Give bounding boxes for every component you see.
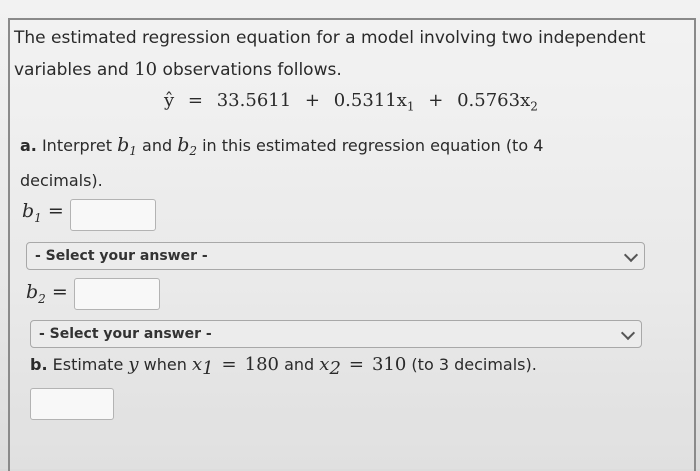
page: The estimated regression equation for a … bbox=[0, 0, 700, 471]
b1-label: b bbox=[22, 200, 35, 222]
part-b-text-1: Estimate bbox=[47, 355, 129, 374]
plus-sign: + bbox=[304, 90, 320, 111]
b2-label-subscript: 2 bbox=[38, 291, 46, 306]
intercept: 33.5611 bbox=[216, 90, 292, 111]
x1-symbol: x bbox=[191, 354, 203, 375]
b1-answer-label: b1 = bbox=[22, 200, 64, 225]
part-a-text: Interpret bbox=[36, 136, 118, 155]
x1-symbol-subscript: 1 bbox=[202, 358, 214, 380]
coefficient-b2: 0.5763 bbox=[457, 90, 521, 111]
part-b-text-2: when bbox=[138, 355, 192, 374]
intro-line-2: variables and 10 observations follows. bbox=[14, 54, 684, 86]
intro-text-end: observations follows. bbox=[157, 60, 342, 80]
part-b-label: b. bbox=[30, 355, 48, 374]
x2-value: 310 bbox=[371, 354, 407, 375]
part-a-label: a. bbox=[20, 136, 37, 155]
b2-label: b bbox=[26, 281, 39, 303]
x2-subscript: 2 bbox=[530, 99, 538, 114]
select-2-value: - Select your answer - bbox=[39, 326, 212, 342]
part-b-prompt: b. Estimate y when x1 = 180 and x2 = 310 (to… bbox=[30, 354, 537, 379]
b1-input[interactable] bbox=[70, 199, 156, 231]
chevron-down-icon bbox=[620, 325, 636, 341]
x2-symbol-subscript: 2 bbox=[329, 358, 341, 380]
x1-equals: = bbox=[221, 354, 237, 375]
x2-var: x bbox=[520, 90, 531, 111]
equals-sign: = bbox=[187, 90, 203, 111]
regression-equation: ŷ = 33.5611 + 0.5311x1 + 0.5763x2 bbox=[164, 90, 538, 114]
plus-sign-2: + bbox=[428, 90, 444, 111]
chevron-down-icon bbox=[623, 247, 639, 263]
b2-subscript: 2 bbox=[189, 144, 198, 159]
part-a-prompt: a. Interpret b1 and b2 in this estimated… bbox=[20, 130, 640, 196]
part-b-and: and bbox=[279, 355, 320, 374]
b2-answer-label: b2 = bbox=[26, 281, 68, 306]
part-a-and: and bbox=[136, 136, 178, 155]
part-b-text-3: (to 3 decimals). bbox=[406, 355, 537, 374]
x1-var: x bbox=[396, 90, 407, 111]
x2-symbol: x bbox=[319, 354, 330, 375]
y-hat: ŷ bbox=[164, 90, 175, 111]
b1-symbol: b bbox=[117, 134, 130, 156]
part-a-text-post: in this estimated regression equation (t… bbox=[197, 136, 544, 155]
intro-text: variables and bbox=[14, 60, 135, 80]
y-symbol: y bbox=[128, 354, 139, 375]
b1-label-subscript: 1 bbox=[34, 210, 42, 225]
intro-line-1: The estimated regression equation for a … bbox=[14, 28, 646, 48]
b1-equals: = bbox=[47, 200, 64, 222]
b1-interpretation-select[interactable]: - Select your answer - bbox=[26, 242, 645, 270]
part-a-line-1: a. Interpret b1 and b2 in this estimated… bbox=[20, 130, 640, 166]
question-intro: The estimated regression equation for a … bbox=[14, 22, 684, 86]
part-a-line-2: decimals). bbox=[20, 171, 103, 191]
b2-input[interactable] bbox=[74, 278, 160, 310]
b2-equals: = bbox=[51, 281, 68, 303]
y-estimate-input[interactable] bbox=[30, 388, 114, 420]
b1-subscript: 1 bbox=[129, 144, 137, 159]
select-1-value: - Select your answer - bbox=[35, 248, 208, 264]
observation-count: 10 bbox=[134, 59, 158, 80]
x2-equals: = bbox=[348, 354, 364, 375]
x1-subscript: 1 bbox=[406, 99, 415, 114]
b2-interpretation-select[interactable]: - Select your answer - bbox=[30, 320, 642, 348]
x1-value: 180 bbox=[244, 354, 279, 375]
coefficient-b1: 0.5311 bbox=[333, 90, 397, 111]
b2-symbol: b bbox=[177, 134, 190, 156]
